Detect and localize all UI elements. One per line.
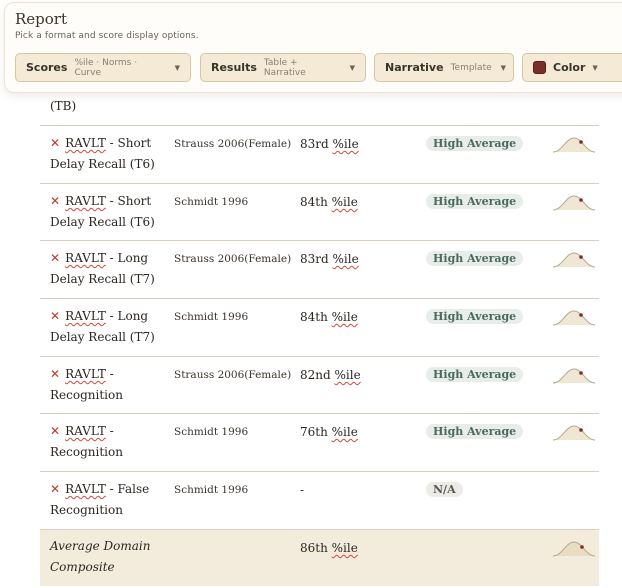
norm-source: Strauss 2006(Female) <box>174 369 292 381</box>
chevron-down-icon: ▼ <box>592 63 598 72</box>
remove-icon[interactable]: ✕ <box>50 482 60 496</box>
color-swatch <box>533 61 546 74</box>
norm-source: Schmidt 1996 <box>174 426 249 438</box>
classification-badge: High Average <box>426 309 524 324</box>
percentile-score: 82nd %ile <box>300 368 361 382</box>
percentile-score: 83rd %ile <box>300 252 359 266</box>
narrative-value: Template <box>450 62 492 73</box>
norm-source: Schmidt 1996 <box>174 484 249 496</box>
composite-score: 86th %ile <box>300 541 358 555</box>
report-options-panel: Report Pick a format and score display o… <box>4 2 622 93</box>
test-name: ✕ RAVLT - Short Delay Recall (T6) <box>50 136 155 171</box>
classification-badge: N/A <box>426 482 463 497</box>
classification-badge: High Average <box>426 194 524 209</box>
panel-subtitle: Pick a format and score display options. <box>15 31 199 41</box>
norm-source: Schmidt 1996 <box>174 311 249 323</box>
test-name: ✕ RAVLT - Short Delay Recall (T6) <box>50 194 155 229</box>
scores-label: Scores <box>26 61 68 74</box>
chevron-down-icon: ▼ <box>174 63 180 72</box>
percentile-score: 84th %ile <box>300 195 358 209</box>
remove-icon[interactable]: ✕ <box>50 309 60 323</box>
table-row: ✕ RAVLT - Short Delay Recall (T6) Strauss … <box>40 126 599 184</box>
bell-curve-icon <box>552 252 596 268</box>
table-row: ✕ RAVLT - Short Delay Recall (T6) Schmidt … <box>40 184 599 241</box>
panel-title: Report <box>15 10 68 28</box>
results-label: Results <box>211 61 257 74</box>
percentile-score: - <box>300 483 305 497</box>
classification-badge: High Average <box>426 136 524 151</box>
test-name: ✕ RAVLT - False Recognition <box>50 482 150 517</box>
composite-name: Average Domain Composite <box>50 539 151 574</box>
norm-source: Strauss 2006(Female) <box>174 138 292 150</box>
norm-source: Strauss 2006(Female) <box>174 253 292 265</box>
chevron-down-icon: ▼ <box>500 63 507 72</box>
table-row: ✕ RAVLT - False Recognition Schmidt 1996 -… <box>40 472 599 530</box>
bell-curve-icon <box>552 195 596 211</box>
percentile-score: 76th %ile <box>300 425 358 439</box>
table-row: ✕ RAVLT - Recognition Strauss 2006(Female)… <box>40 357 599 414</box>
scores-value: %ile · Norms · Curve <box>74 57 138 78</box>
results-value: Table + Narrative <box>263 57 306 78</box>
remove-icon[interactable]: ✕ <box>50 136 60 150</box>
results-dropdown[interactable]: Results Table + Narrative ▼ <box>200 53 366 82</box>
table-row: ✕ RAVLT - Long Delay Recall (T7) Schmidt 1… <box>40 299 599 357</box>
color-label: Color <box>553 61 586 74</box>
remove-icon[interactable]: ✕ <box>50 251 60 265</box>
table-row: ✕ RAVLT - Recognition Schmidt 1996 76th %i… <box>40 414 599 472</box>
norm-source: Schmidt 1996 <box>174 196 249 208</box>
percentile-score: 83rd %ile <box>300 137 359 151</box>
test-name-tail: (TB) <box>50 99 77 113</box>
remove-icon[interactable]: ✕ <box>50 194 60 208</box>
test-name: ✕ RAVLT - Long Delay Recall (T7) <box>50 251 155 286</box>
scores-dropdown[interactable]: Scores %ile · Norms · Curve ▼ <box>15 53 191 82</box>
chevron-down-icon: ▼ <box>349 63 355 72</box>
bell-curve-icon <box>552 368 596 384</box>
bell-curve-icon <box>552 541 596 557</box>
composite-row: Average Domain Composite 86th %ile <box>40 530 599 586</box>
bell-curve-icon <box>552 310 596 326</box>
color-dropdown[interactable]: Color ▼ <box>522 53 622 82</box>
test-name: ✕ RAVLT - Recognition <box>50 424 123 459</box>
classification-badge: High Average <box>426 424 524 439</box>
remove-icon[interactable]: ✕ <box>50 367 60 381</box>
classification-badge: High Average <box>426 251 524 266</box>
bell-curve-icon <box>552 137 596 153</box>
bell-curve-icon <box>552 425 596 441</box>
table-row: ✕ RAVLT - Long Delay Recall (T7) Strauss 2… <box>40 241 599 299</box>
remove-icon[interactable]: ✕ <box>50 424 60 438</box>
percentile-score: 84th %ile <box>300 310 358 324</box>
test-name: ✕ RAVLT - Recognition <box>50 367 123 402</box>
narrative-label: Narrative <box>385 61 444 74</box>
test-name: ✕ RAVLT - Long Delay Recall (T7) <box>50 309 155 344</box>
classification-badge: High Average <box>426 367 524 382</box>
narrative-dropdown[interactable]: Narrative Template ▼ <box>374 53 514 82</box>
